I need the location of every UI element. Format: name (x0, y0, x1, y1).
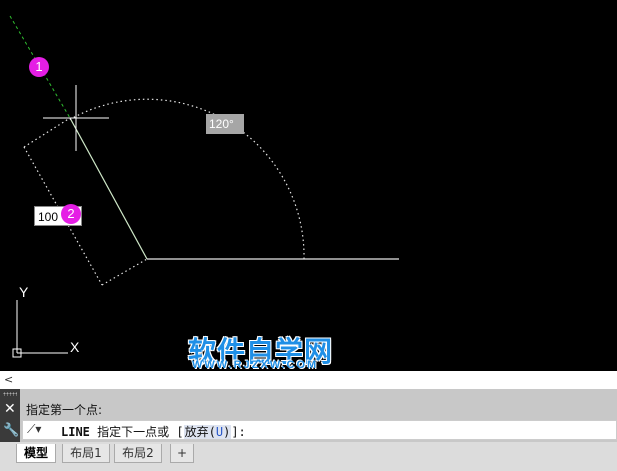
command-history-bar[interactable]: < (0, 371, 617, 389)
history-toggle-icon[interactable]: < (4, 371, 13, 389)
tab-layout1[interactable]: 布局1 (62, 444, 110, 463)
ucs-icon: Y X (12, 284, 80, 358)
drawing-svg[interactable]: Y X (0, 0, 617, 371)
command-name: LINE (61, 425, 90, 439)
drawing-canvas[interactable]: Y X 120° 100 1 2 软件自学网 WWW.RJZXW.COM (0, 0, 617, 371)
rubber-band-line (69, 117, 148, 260)
ucs-y-label: Y (19, 284, 29, 300)
option-undo[interactable]: 放弃(U) (183, 425, 232, 439)
step-badge-2: 2 (61, 204, 81, 224)
extension-line-end (101, 258, 148, 286)
tab-layout2[interactable]: 布局2 (114, 444, 162, 463)
command-prompt-text: 指定下一点或 (97, 425, 170, 439)
ucs-x-label: X (70, 339, 80, 355)
command-icon[interactable]: ⟋▾ (27, 422, 41, 437)
close-icon[interactable]: ✕ (4, 401, 16, 417)
command-line-handle[interactable]: ✕ 🔧 (0, 389, 20, 442)
watermark-url: WWW.RJZXW.COM (192, 359, 319, 371)
layout-tabs: 模型 布局1 布局2 + (0, 442, 617, 471)
tab-model[interactable]: 模型 (16, 444, 56, 463)
extension-line-start (23, 117, 71, 148)
angle-readout[interactable]: 120° (206, 114, 244, 134)
command-history-text: 指定第一个点: (26, 403, 103, 417)
command-input[interactable]: ⟋▾ LINE 指定下一点或 [放弃(U)]: (22, 420, 617, 440)
angle-arc (68, 98, 305, 260)
wrench-icon[interactable]: 🔧 (3, 423, 19, 438)
step-badge-1: 1 (29, 57, 49, 77)
grip-icon[interactable] (3, 392, 17, 396)
add-layout-button[interactable]: + (170, 444, 194, 463)
command-line-panel: ✕ 🔧 指定第一个点: ⟋▾ LINE 指定下一点或 [放弃(U)]: (0, 389, 617, 442)
command-prompt: LINE 指定下一点或 [放弃(U)]: (61, 425, 246, 439)
